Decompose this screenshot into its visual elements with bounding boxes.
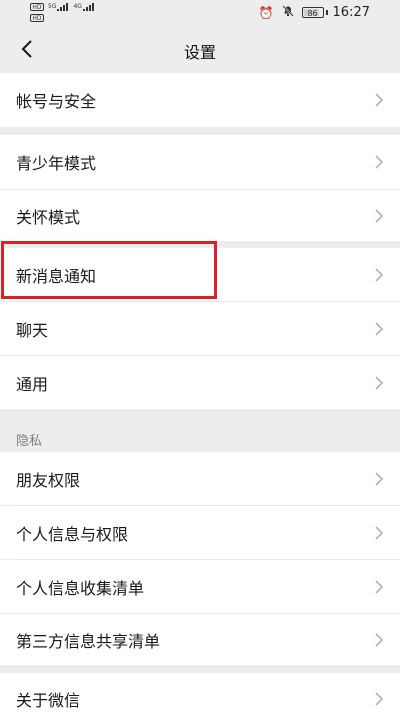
item-label: 青少年模式 bbox=[16, 154, 97, 173]
settings-item-chat[interactable]: 聊天 bbox=[0, 302, 400, 355]
item-label: 关怀模式 bbox=[16, 207, 81, 227]
item-label: 聊天 bbox=[16, 320, 49, 340]
status-right: ⏰ 86 16:27 bbox=[259, 5, 370, 20]
chevron-right-icon bbox=[375, 155, 384, 169]
settings-item-about-wechat[interactable]: 关于微信 bbox=[0, 673, 400, 724]
chevron-right-icon bbox=[375, 632, 384, 647]
chevron-right-icon bbox=[375, 208, 384, 223]
settings-item-third-party-sharing-list[interactable]: 第三方信息共享清单 bbox=[0, 614, 400, 665]
mute-icon bbox=[281, 5, 294, 20]
item-label: 个人信息与权限 bbox=[16, 524, 129, 544]
settings-item-new-message-notification[interactable]: 新消息通知 bbox=[0, 248, 400, 301]
clock: 16:27 bbox=[332, 5, 370, 20]
settings-item-friend-permissions[interactable]: 朋友权限 bbox=[0, 452, 400, 505]
alarm-icon: ⏰ bbox=[258, 5, 274, 20]
item-label: 个人信息收集清单 bbox=[16, 578, 145, 598]
item-label: 帐号与安全 bbox=[16, 92, 97, 111]
chevron-right-icon bbox=[375, 579, 384, 594]
settings-item-personal-info-permissions[interactable]: 个人信息与权限 bbox=[0, 506, 400, 559]
settings-item-personal-info-collection-list[interactable]: 个人信息收集清单 bbox=[0, 560, 400, 613]
battery-icon: 86 bbox=[301, 7, 324, 18]
sim2-signal: HD bbox=[30, 14, 44, 22]
chevron-right-icon bbox=[375, 691, 384, 706]
settings-item-teen-mode[interactable]: 青少年模式 bbox=[0, 135, 400, 189]
item-label: 关于微信 bbox=[16, 690, 81, 710]
sim2-network-label: 4G bbox=[73, 3, 82, 10]
sim1-hd-badge: HD bbox=[30, 3, 44, 11]
sim2-hd-badge: HD bbox=[30, 14, 44, 22]
settings-item-care-mode[interactable]: 关怀模式 bbox=[0, 190, 400, 241]
section-header-privacy: 隐私 bbox=[16, 434, 43, 449]
battery-tip bbox=[325, 10, 328, 15]
chevron-right-icon bbox=[375, 471, 384, 486]
chevron-right-icon bbox=[375, 525, 384, 540]
sim2-bars-icon bbox=[82, 3, 95, 11]
sim1-signal: HD 5G 4G bbox=[30, 3, 95, 11]
chevron-right-icon bbox=[375, 267, 384, 282]
chevron-right-icon bbox=[375, 321, 384, 336]
settings-item-account-security[interactable]: 帐号与安全 bbox=[0, 73, 400, 127]
item-label: 第三方信息共享清单 bbox=[16, 631, 161, 651]
chevron-right-icon bbox=[375, 93, 384, 107]
settings-item-general[interactable]: 通用 bbox=[0, 356, 400, 409]
page-title: 设置 bbox=[183, 43, 216, 62]
status-bar: HD 5G 4G HD ⏰ 86 16:27 bbox=[0, 0, 400, 27]
battery-level: 86 bbox=[307, 9, 318, 18]
item-label: 朋友权限 bbox=[16, 470, 81, 490]
nav-bar: 设置 bbox=[0, 27, 400, 72]
item-label: 新消息通知 bbox=[16, 266, 97, 286]
sim1-bars-icon bbox=[57, 3, 69, 11]
sim1-network-label: 5G bbox=[48, 3, 57, 10]
chevron-right-icon bbox=[375, 375, 384, 390]
item-label: 通用 bbox=[16, 374, 49, 394]
